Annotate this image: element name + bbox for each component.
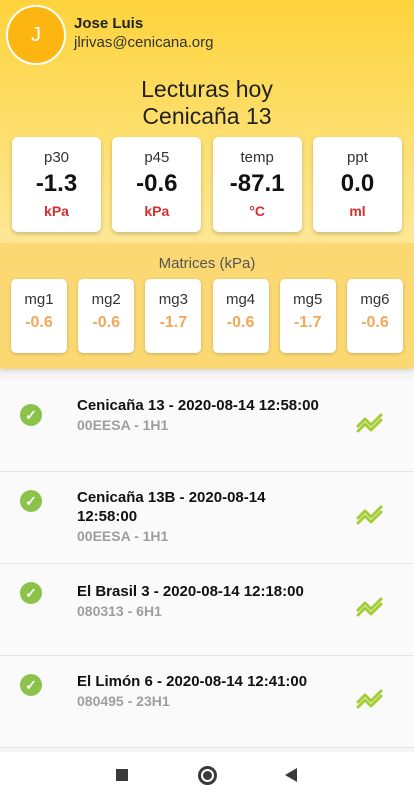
list-item[interactable]: ✓ El Brasil 3 - 2020-08-14 12:18:00 0803… (0, 564, 414, 656)
station-subtitle: 00EESA - 1H1 (77, 417, 169, 433)
matrix-value: -0.6 (25, 314, 53, 331)
matrix-card-mg3: mg3 -1.7 (145, 279, 202, 353)
list-item[interactable]: ✓ El Limón 6 - 2020-08-14 12:41:00 08049… (0, 656, 414, 748)
matrix-label: mg1 (24, 291, 54, 308)
trending-icon[interactable] (356, 503, 384, 525)
matrix-card-mg4: mg4 -0.6 (212, 279, 269, 353)
station-subtitle: 00EESA - 1H1 (77, 528, 169, 544)
station-title: El Brasil 3 - 2020-08-14 12:18:00 (77, 583, 304, 600)
user-name: Jose Luis (74, 15, 144, 32)
user-profile: J Jose Luis jlrivas@cenicana.org (6, 5, 213, 65)
matrices-panel: Matrices (kPa) mg1 -0.6 mg2 -0.6 mg3 -1.… (0, 243, 414, 368)
matrix-label: mg6 (360, 291, 390, 308)
matrix-card-mg6: mg6 -0.6 (346, 279, 403, 353)
home-icon[interactable] (198, 766, 217, 785)
matrices-row: mg1 -0.6 mg2 -0.6 mg3 -1.7 mg4 -0.6 mg5 … (11, 279, 403, 353)
check-circle-icon: ✓ (20, 582, 42, 604)
reading-unit: °C (249, 203, 266, 219)
matrix-value: -0.6 (226, 314, 255, 331)
recents-icon[interactable] (116, 769, 128, 781)
matrix-value: -0.6 (92, 314, 120, 331)
matrix-card-mg1: mg1 -0.6 (11, 279, 67, 353)
reading-unit: ml (349, 203, 366, 219)
reading-value: 0.0 (340, 170, 375, 197)
title-line-2: Cenicaña 13 (142, 103, 272, 129)
list-item[interactable]: ✓ Cenicaña 13 - 2020-08-14 12:58:00 00EE… (0, 380, 414, 472)
avatar[interactable]: J (6, 5, 66, 65)
title-line-1: Lecturas hoy (141, 76, 273, 102)
reading-value: -1.3 (35, 170, 78, 197)
reading-value: -0.6 (136, 170, 178, 197)
matrix-value: -1.7 (293, 314, 322, 331)
reading-label: temp (240, 149, 274, 166)
readings-cards: p30 -1.3 kPa p45 -0.6 kPa temp -87.1 °C … (12, 137, 402, 232)
matrix-label: mg5 (293, 291, 323, 308)
reading-card-p45: p45 -0.6 kPa (112, 137, 202, 232)
system-nav-bar (0, 752, 414, 800)
back-icon[interactable] (285, 768, 297, 782)
station-title: Cenicaña 13B - 2020-08-14 12:58:00 (77, 489, 266, 525)
matrices-title: Matrices (kPa) (158, 255, 256, 272)
matrix-value: -0.6 (361, 314, 389, 331)
reading-unit: kPa (144, 203, 170, 219)
station-subtitle: 080495 - 23H1 (77, 693, 170, 709)
matrix-card-mg2: mg2 -0.6 (78, 279, 135, 353)
reading-value: -87.1 (229, 170, 285, 197)
reading-unit: kPa (44, 203, 69, 219)
matrix-card-mg5: mg5 -1.7 (279, 279, 336, 353)
station-subtitle: 080313 - 6H1 (77, 603, 162, 619)
reading-card-temp: temp -87.1 °C (212, 137, 302, 232)
list-item[interactable]: ✓ Cenicaña 13B - 2020-08-14 12:58:00 00E… (0, 472, 414, 564)
check-circle-icon: ✓ (20, 490, 42, 512)
trending-icon[interactable] (356, 411, 384, 433)
page-title: Lecturas hoy Cenicaña 13 (0, 76, 414, 130)
matrix-value: -1.7 (159, 314, 188, 331)
reading-label: p45 (144, 149, 170, 166)
check-circle-icon: ✓ (20, 674, 42, 696)
trending-icon[interactable] (356, 687, 384, 709)
matrix-label: mg4 (225, 291, 256, 308)
reading-label: ppt (347, 149, 368, 166)
matrix-label: mg2 (91, 291, 121, 308)
station-title: Cenicaña 13 - 2020-08-14 12:58:00 (77, 397, 319, 414)
reading-label: p30 (43, 149, 70, 166)
stations-list: ✓ Cenicaña 13 - 2020-08-14 12:58:00 00EE… (0, 380, 414, 748)
station-title: El Limón 6 - 2020-08-14 12:41:00 (77, 673, 308, 690)
reading-card-ppt: ppt 0.0 ml (312, 137, 402, 232)
reading-card-p30: p30 -1.3 kPa (12, 137, 101, 232)
matrix-label: mg3 (158, 291, 188, 308)
user-email: jlrivas@cenicana.org (74, 34, 214, 51)
trending-icon[interactable] (356, 595, 384, 617)
header-panel: J Jose Luis jlrivas@cenicana.org Lectura… (0, 0, 414, 370)
check-circle-icon: ✓ (20, 404, 42, 426)
